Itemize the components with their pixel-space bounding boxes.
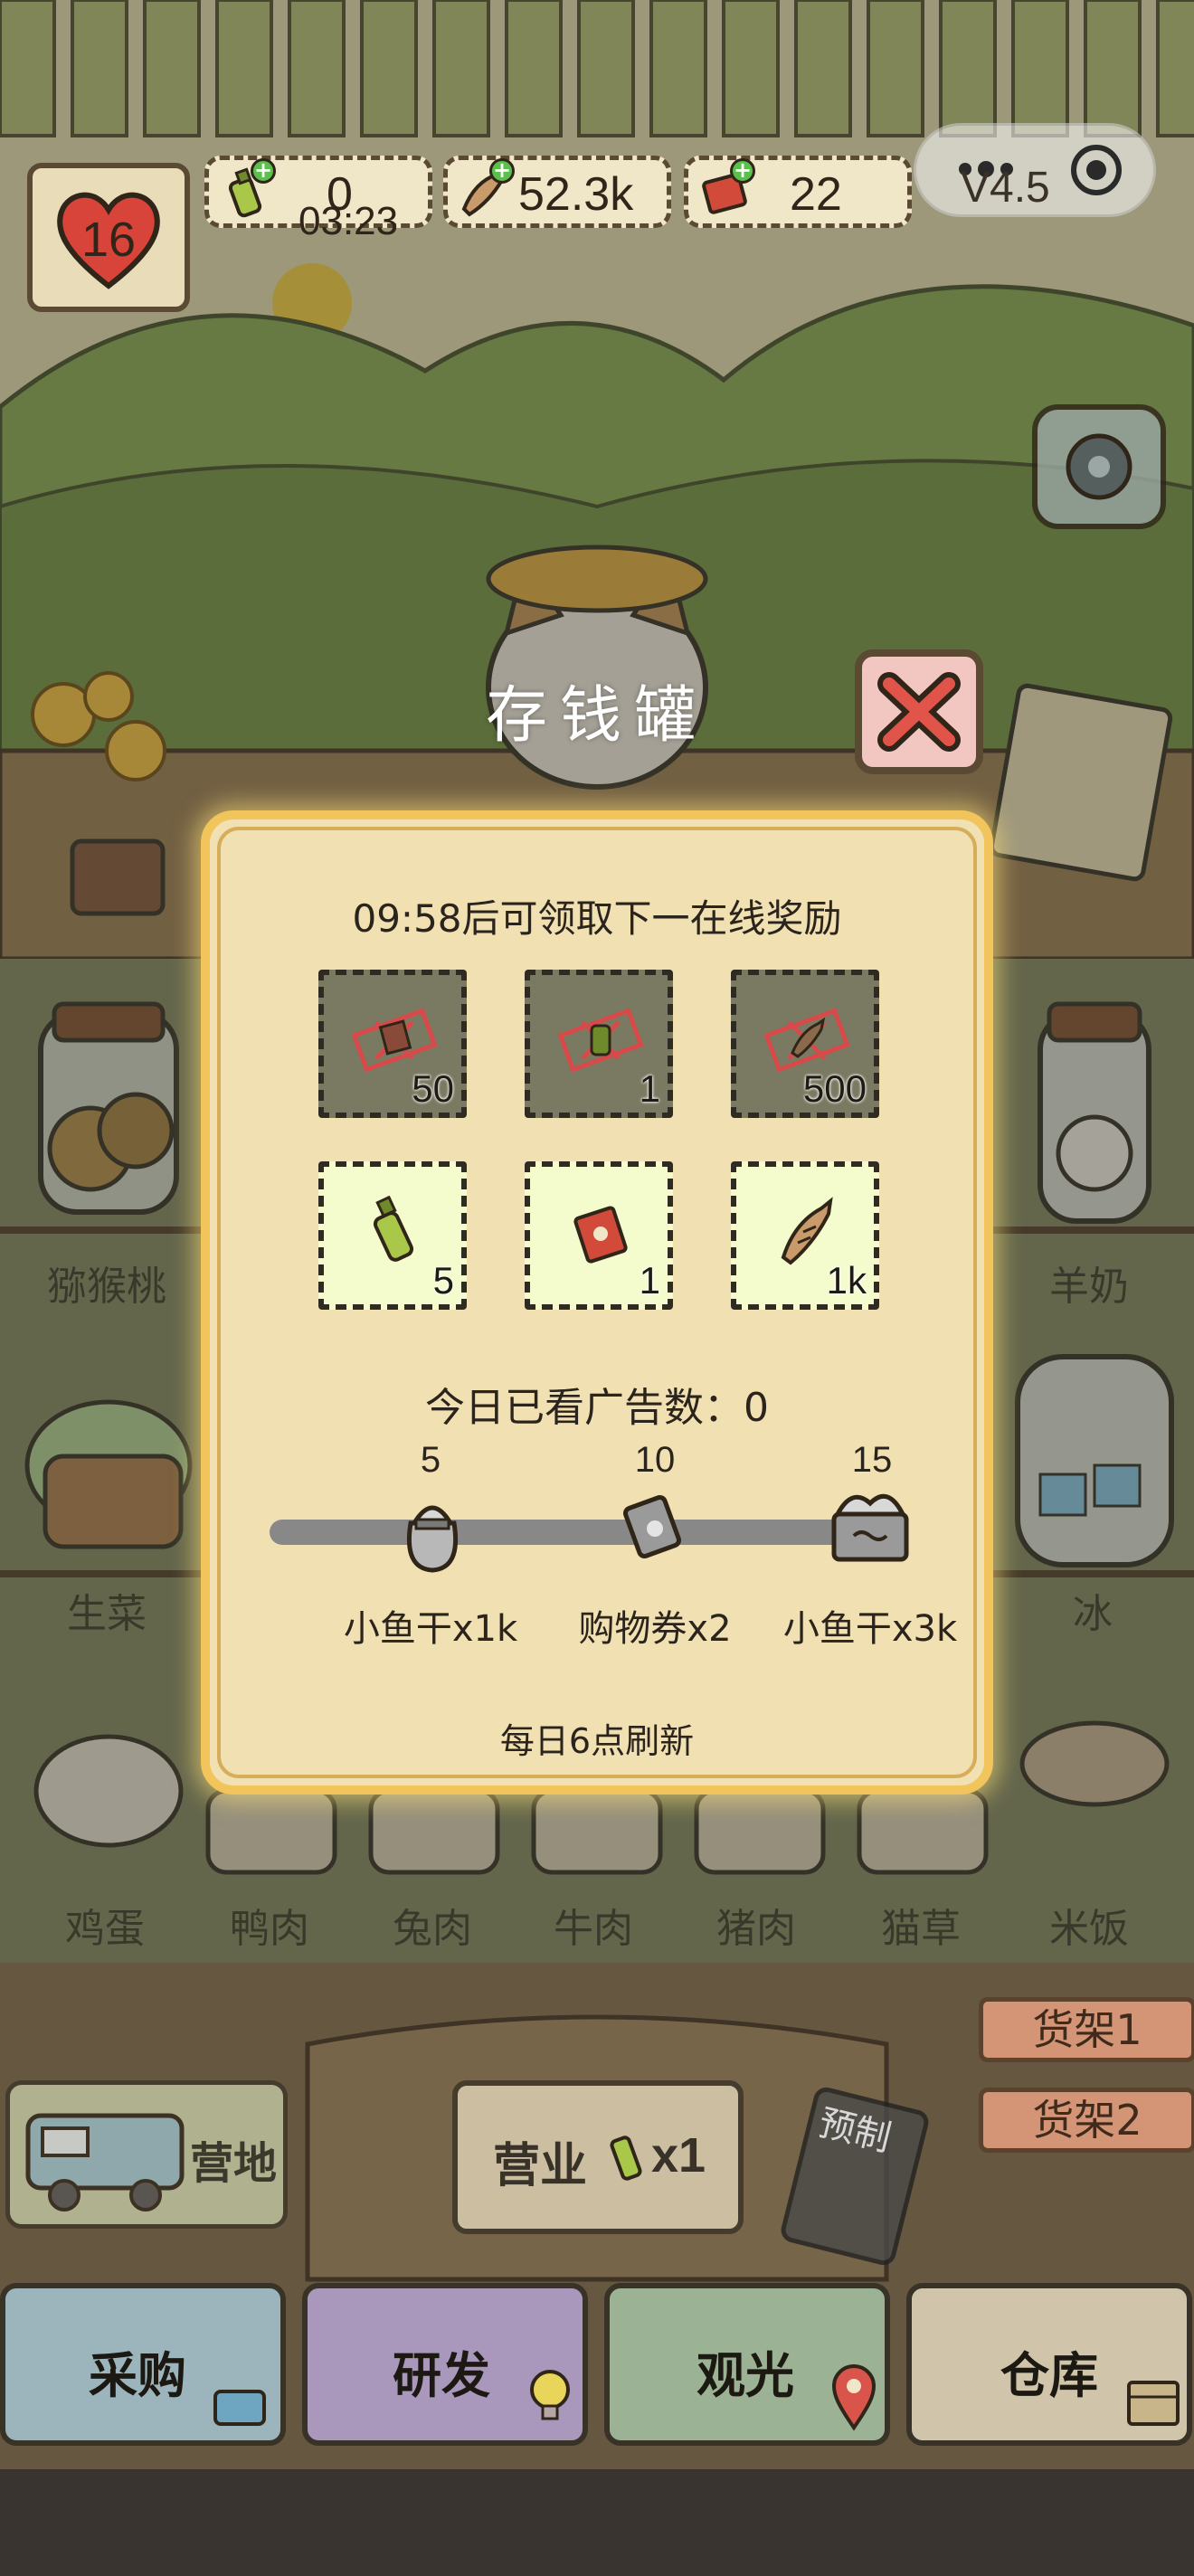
reward-count: 500 — [802, 1067, 867, 1110]
next-reward-countdown: 09:58后可领取下一在线奖励 — [352, 896, 842, 941]
shelf-tab-1[interactable]: 货架1 — [979, 1997, 1194, 2062]
daily-refresh-note: 每日6点刷新 — [499, 1721, 695, 1761]
bottom-safe-area — [0, 2469, 1194, 2576]
close-modal-button[interactable] — [855, 649, 983, 774]
green-bottle-icon — [373, 1195, 414, 1262]
reward-slot-available[interactable]: 1k — [731, 1161, 879, 1310]
heart-level-box[interactable]: 16 — [27, 163, 190, 312]
reward-count: 50 — [412, 1067, 454, 1110]
hud-timer: 03:23 — [298, 199, 399, 243]
reward-count: 1 — [639, 1259, 660, 1302]
milestone-threshold: 15 — [851, 1440, 893, 1480]
green-bottle-icon — [557, 1008, 644, 1073]
reward-count: 5 — [432, 1259, 454, 1302]
shelf-item-label: 猕猴桃 — [47, 1264, 166, 1310]
reward-slot-claimed: 1 — [525, 970, 673, 1118]
business-label: 营业 — [493, 2139, 588, 2193]
shelf-tab-2[interactable]: 货架2 — [979, 2088, 1194, 2153]
shelf-item-label: 猪肉 — [716, 1906, 796, 1952]
reward-count: 1 — [639, 1067, 660, 1110]
shelf-item-label: 冰 — [1073, 1591, 1113, 1637]
heart-level-value: 16 — [81, 213, 137, 267]
version-label: V4.5 — [961, 164, 1050, 212]
shelf-item-label: 猫草 — [881, 1906, 961, 1952]
shelf-item-label: 鸭肉 — [230, 1906, 309, 1952]
add-fish-icon[interactable]: + — [489, 158, 515, 184]
shelf-item-label: 牛肉 — [554, 1906, 633, 1952]
shelf-item-label: 米饭 — [1049, 1906, 1129, 1952]
shopping-basket-icon — [213, 2390, 266, 2426]
add-green-currency-icon[interactable]: + — [251, 158, 276, 184]
green-bottle-icon — [610, 2136, 642, 2181]
close-miniprogram-icon[interactable] — [1068, 142, 1124, 198]
lightbulb-icon — [530, 2370, 570, 2420]
fish-counter[interactable]: + 52.3k — [443, 156, 671, 228]
shelf-item-label: 生菜 — [67, 1591, 147, 1637]
nav-sightseeing-label: 观光 — [696, 2347, 794, 2404]
fish-bag-icon[interactable] — [394, 1487, 470, 1574]
ticket-counter[interactable]: + 22 — [684, 156, 912, 228]
camper-van-icon — [25, 2113, 185, 2211]
nav-warehouse-label: 仓库 — [1000, 2347, 1098, 2404]
ticket-value: 22 — [790, 168, 842, 221]
shopping-ticket-icon — [573, 1206, 628, 1264]
shelf-item-label: 兔肉 — [393, 1906, 472, 1952]
camp-label: 营地 — [190, 2138, 278, 2189]
reward-count: 1k — [826, 1259, 867, 1302]
add-ticket-icon[interactable]: + — [730, 158, 755, 184]
business-multiplier: x1 — [651, 2128, 706, 2183]
reward-slot-available[interactable]: 1 — [525, 1161, 673, 1310]
fish-value: 52.3k — [518, 168, 634, 221]
fish-crate-icon[interactable] — [825, 1483, 915, 1565]
shopping-ticket-icon[interactable] — [619, 1492, 691, 1565]
shelf-item-label: 羊奶 — [1049, 1264, 1129, 1310]
close-icon — [877, 672, 961, 752]
milestone-threshold: 5 — [420, 1440, 441, 1480]
settings-gear-icon[interactable] — [1031, 403, 1167, 530]
reward-slot-claimed: 50 — [318, 970, 467, 1118]
milestone-reward-label: 小鱼干x1k — [343, 1608, 518, 1650]
nav-purchase-label: 采购 — [89, 2347, 186, 2404]
milestone-reward-label: 购物券x2 — [578, 1608, 732, 1650]
reward-slot-available[interactable]: 5 — [318, 1161, 467, 1310]
ads-watched-today: 今日已看广告数：0 — [425, 1385, 769, 1431]
ads-progress-bar — [270, 1520, 903, 1545]
modal-title: 存钱罐 — [485, 680, 708, 752]
reward-slot-claimed: 500 — [731, 970, 879, 1118]
storage-box-icon — [1127, 2381, 1180, 2426]
map-pin-icon — [831, 2364, 877, 2431]
milestone-reward-label: 小鱼干x3k — [782, 1608, 958, 1650]
nav-research-label: 研发 — [393, 2347, 490, 2404]
milestone-threshold: 10 — [634, 1440, 676, 1480]
shelf-item-label: 鸡蛋 — [65, 1906, 145, 1952]
